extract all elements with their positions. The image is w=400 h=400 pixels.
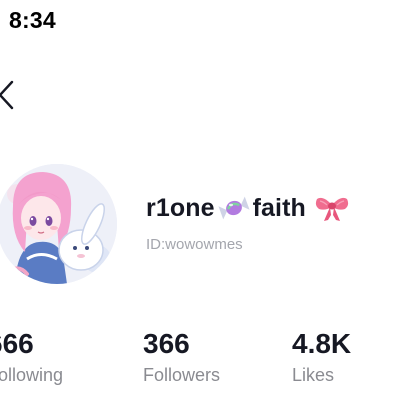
avatar[interactable] xyxy=(0,164,117,284)
profile-name-part-2: faith xyxy=(252,193,306,222)
anime-avatar-image xyxy=(0,164,117,284)
user-id[interactable]: ID:wowowmes xyxy=(146,236,243,253)
back-button[interactable] xyxy=(0,78,22,112)
likes-count: 4.8K xyxy=(292,328,352,359)
followers-label: Followers xyxy=(143,365,221,385)
likes-label: Likes xyxy=(292,365,335,385)
profile-name: r1one faith xyxy=(146,193,349,223)
likes-stat[interactable]: 4.8K Likes xyxy=(292,328,351,386)
chevron-left-icon xyxy=(0,80,14,110)
ribbon-bow-icon xyxy=(315,193,349,223)
profile-name-part-1: r1one xyxy=(146,193,215,222)
following-label: Following xyxy=(0,365,64,385)
followers-count: 366 xyxy=(143,328,190,359)
following-stat[interactable]: 666 Following xyxy=(0,328,63,386)
candy-icon xyxy=(216,195,252,221)
following-count: 666 xyxy=(0,328,34,359)
status-bar-time: 8:34 xyxy=(9,7,56,33)
followers-stat[interactable]: 366 Followers xyxy=(143,328,220,386)
